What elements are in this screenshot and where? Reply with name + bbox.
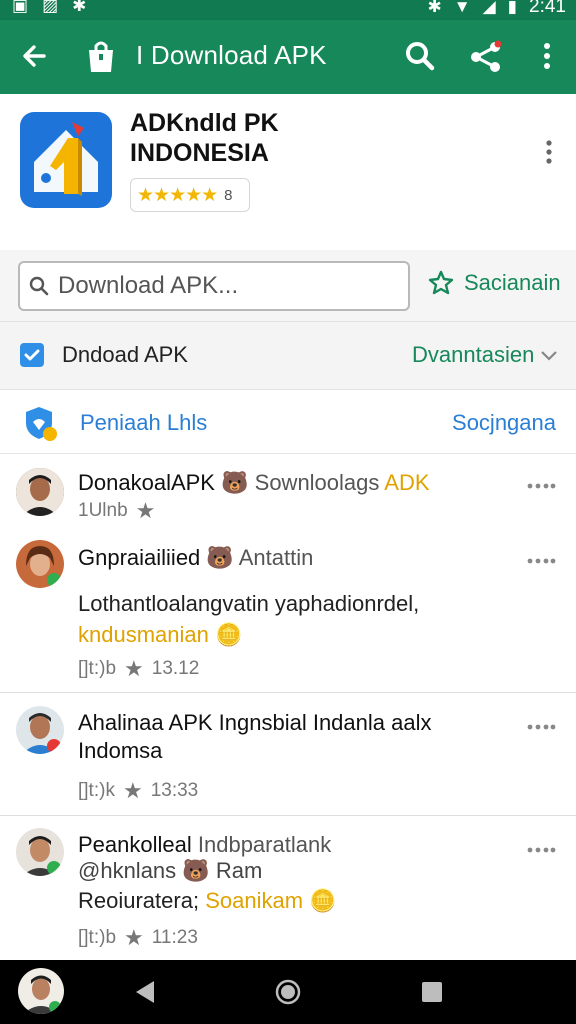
message-highlight: kndusmanian 🪙 (78, 622, 242, 648)
message-meta: []t:)b ★ 11:23 (78, 925, 198, 951)
nav-recents-icon[interactable] (420, 980, 444, 1004)
app-logo (20, 112, 112, 208)
gallery-notification-icon: ▣ (12, 0, 29, 15)
image-notification-icon: ▨ (42, 0, 59, 15)
share-icon[interactable] (466, 36, 506, 76)
message-author[interactable]: Gnpraiailiied 🐻 Antattin (78, 545, 313, 571)
author-name: Peankolleal (78, 832, 192, 857)
highlight-text: Soanikam (205, 888, 304, 913)
author-handle-extra: Ram (215, 858, 263, 883)
wifi-icon: ▼ (453, 0, 471, 16)
message-text: Lothantloalangvatin yaphadionrdel, (78, 591, 420, 616)
profile-avatar[interactable] (18, 968, 64, 1014)
avatar[interactable] (16, 468, 64, 516)
avatar[interactable] (16, 828, 64, 876)
message-body: Reoiuratera; (78, 888, 200, 913)
status-bar: ▣ ▨ ✱ ✱ ▼ ◢ ▮ 2:41 (0, 0, 576, 20)
bug-notification-icon: ✱ (72, 0, 87, 15)
coin-emoji-icon: 🪙 (309, 888, 337, 913)
more-options-icon[interactable] (532, 36, 562, 76)
shield-icon (26, 407, 57, 441)
message-more-icon[interactable] (526, 721, 556, 733)
search-row: Download APK... Sacianain (0, 250, 576, 322)
message-author[interactable]: DonakoalAPK 🐻 Sownloolags ADK (78, 470, 430, 496)
wifi-off-icon: ✱ (427, 0, 442, 16)
message-meta: []t:)b ★ 13.12 (78, 656, 199, 682)
search-input[interactable]: Download APK... (18, 261, 410, 311)
sort-label: Dvanntasien (412, 342, 535, 367)
app-header: ADKndld PK INDONESIA ★★★★★ 8 (0, 94, 576, 250)
clock: 2:41 (529, 0, 566, 17)
app-name-line2: INDONESIA (130, 139, 269, 167)
back-arrow-icon[interactable] (18, 36, 50, 76)
star-icon[interactable]: ★ (124, 656, 144, 682)
message-author-line2: Indomsa (78, 738, 163, 763)
nav-home-icon[interactable] (274, 978, 302, 1006)
like-counter[interactable]: []t:)b (78, 658, 116, 680)
timestamp: 13:33 (150, 780, 199, 801)
timestamp: 13.12 (151, 658, 200, 679)
author-extra: Indbparatlank (197, 832, 332, 857)
save-search-label: Sacianain (464, 270, 561, 295)
nav-back-icon[interactable] (132, 978, 158, 1006)
page-title: I Download APK (136, 40, 327, 70)
sort-dropdown[interactable]: Dvanntasien (412, 342, 558, 368)
like-counter[interactable]: []t:)b (78, 927, 116, 949)
rating-badge[interactable]: ★★★★★ 8 (130, 178, 250, 212)
avatar[interactable] (16, 706, 64, 754)
like-counter[interactable]: []t:)k (78, 780, 115, 802)
app-name: ADKndld PK INDONESIA (130, 108, 279, 168)
shopping-bag-icon (89, 41, 113, 72)
author-name: DonakoalAPK (78, 470, 215, 495)
app-name-line1: ADKndld PK (130, 109, 279, 137)
author-handle: @hknlans (78, 858, 177, 883)
message-author[interactable]: Peankolleal Indbparatlank (78, 832, 331, 858)
search-placeholder: Download APK... (58, 272, 239, 299)
message-more-icon[interactable] (526, 480, 556, 492)
emoji-icon: 🐻 (182, 858, 210, 883)
coin-emoji-icon: 🪙 (215, 622, 243, 647)
section-header: Peniaah Lhls Socjngana (0, 390, 576, 454)
divider (0, 815, 576, 816)
message-text: Reoiuratera; Soanikam 🪙 (78, 888, 337, 914)
check-icon (24, 349, 40, 361)
search-icon[interactable] (400, 36, 440, 76)
system-nav-bar (0, 960, 576, 1024)
star-icon[interactable]: ★ (123, 778, 143, 804)
author-extra: Antattin (238, 545, 314, 570)
message-author[interactable]: Ahalinaa APK Ingnsbial Indanla aalx (78, 710, 431, 736)
signal-icon: ◢ (482, 0, 496, 16)
message-meta: 1Ulnb ★ (78, 498, 155, 524)
emoji-icon: 🐻 (221, 470, 249, 495)
filter-checkbox[interactable] (20, 343, 44, 367)
author-handle: 1Ulnb (78, 500, 128, 521)
timestamp: 11:23 (151, 927, 198, 948)
star-icon[interactable]: ★ (136, 498, 156, 524)
rating-count: 8 (224, 186, 233, 204)
section-link[interactable]: Socjngana (452, 410, 556, 436)
filter-label: Dndoad APK (62, 342, 188, 367)
filter-row: Dndoad APK Dvanntasien (0, 322, 576, 390)
save-search-button[interactable]: Sacianain (428, 270, 561, 296)
bookmark-star-icon (428, 270, 454, 295)
message-more-icon[interactable] (526, 555, 556, 567)
battery-icon: ▮ (507, 0, 518, 16)
chevron-down-icon (541, 351, 558, 361)
rating-stars: ★★★★★ (137, 184, 218, 206)
author-extra: Sownloolags (254, 470, 380, 495)
avatar[interactable] (16, 540, 64, 588)
highlight-text: kndusmanian (78, 622, 209, 647)
emoji-icon: 🐻 (206, 545, 234, 570)
message-meta: []t:)k ★ 13:33 (78, 778, 198, 804)
app-more-icon[interactable] (540, 138, 558, 168)
section-label[interactable]: Peniaah Lhls (80, 410, 207, 436)
author-handle-line: @hknlans 🐻 Ram (78, 858, 262, 884)
author-name: Gnpraiailiied (78, 545, 201, 570)
message-more-icon[interactable] (526, 844, 556, 856)
divider (0, 692, 576, 693)
star-icon[interactable]: ★ (124, 925, 144, 951)
app-bar: I Download APK (0, 20, 576, 94)
author-tag: ADK (384, 470, 430, 495)
search-field-icon (29, 276, 49, 296)
